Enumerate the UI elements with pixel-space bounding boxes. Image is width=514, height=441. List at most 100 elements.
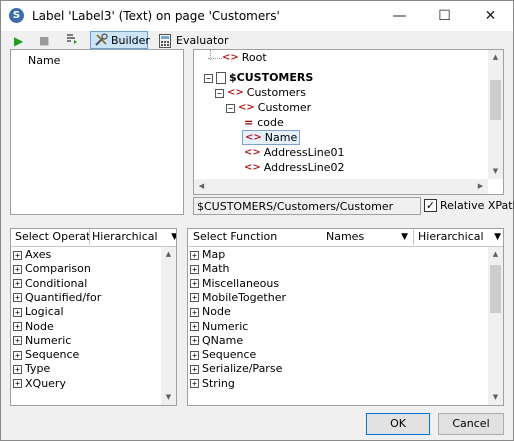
step-icon[interactable]	[65, 32, 81, 50]
expand-icon: +	[13, 293, 22, 303]
run-icon[interactable]: ▶	[14, 32, 30, 50]
expand-icon: +	[190, 336, 199, 346]
path-field[interactable]: $CUSTOMERS/Customers/Customer	[193, 197, 421, 215]
list-item-label: Map	[202, 248, 226, 261]
tree-item-addressline01[interactable]: <> AddressLine01	[244, 146, 345, 160]
tree-horizontal-scrollbar[interactable]: ◀ ▶	[194, 179, 488, 194]
title-bar: S Label 'Label3' (Text) on page 'Custome…	[1, 1, 513, 31]
cancel-button[interactable]: Cancel	[438, 413, 504, 435]
function-mode-dropdown[interactable]: Hierarchical ▼	[413, 229, 503, 245]
expand-icon: +	[190, 293, 199, 303]
tree-item-label: AddressLine01	[263, 146, 345, 159]
tree-item-label: Root	[241, 51, 267, 64]
minimize-button[interactable]: —	[377, 1, 422, 31]
list-item[interactable]: + QName	[190, 334, 243, 348]
toolbar: ▶ ■ Builder Evaluator	[1, 31, 513, 49]
evaluator-label: Evaluator	[176, 34, 229, 47]
functions-header: Select Function Names ▼ Hierarchical ▼	[188, 229, 503, 247]
expand-icon: +	[13, 264, 22, 274]
scroll-thumb[interactable]	[490, 80, 501, 120]
operators-panel: Select Operator: Hierarchical ▼ +Axes+Co…	[10, 228, 177, 406]
operator-mode-value: Hierarchical	[92, 230, 158, 243]
element-icon: <>	[227, 87, 244, 98]
list-item[interactable]: + Serialize/Parse	[190, 362, 282, 376]
expand-icon: +	[13, 336, 22, 346]
tree-item-customer[interactable]: − <> Customer	[226, 101, 311, 115]
tree-item-customers[interactable]: − <> Customers	[215, 86, 306, 100]
builder-label: Builder	[111, 34, 150, 47]
close-button[interactable]: ✕	[468, 1, 513, 31]
list-item[interactable]: + Axes	[13, 248, 51, 262]
list-item[interactable]: + XQuery	[13, 377, 66, 391]
tree-vertical-scrollbar[interactable]: ▲ ▼	[488, 50, 503, 179]
list-item-label: Conditional	[25, 276, 88, 290]
tree-item-addressline02[interactable]: <> AddressLine02	[244, 161, 345, 175]
function-mode-value: Hierarchical	[418, 230, 484, 243]
tree-item-label: $CUSTOMERS	[229, 71, 314, 84]
collapse-icon: −	[226, 103, 235, 113]
element-icon: <>	[222, 52, 239, 63]
scroll-down-icon[interactable]: ▼	[488, 164, 503, 179]
tree-item-label: code	[257, 116, 284, 129]
tree-item-root[interactable]: <> Root	[208, 51, 267, 65]
tree-item-customers-var[interactable]: − $CUSTOMERS	[204, 71, 313, 85]
scroll-up-icon[interactable]: ▲	[488, 247, 503, 262]
scroll-up-icon[interactable]: ▲	[161, 247, 176, 262]
select-operator-label: Select Operator:	[15, 230, 89, 243]
list-item[interactable]: + Type	[13, 362, 50, 376]
list-item-label: String	[202, 376, 235, 390]
list-item[interactable]: + Sequence	[13, 348, 79, 362]
scroll-right-icon[interactable]: ▶	[473, 179, 488, 194]
names-dropdown[interactable]: Names ▼	[326, 229, 410, 245]
list-item[interactable]: + Conditional	[13, 277, 87, 291]
scroll-down-icon[interactable]: ▼	[161, 390, 176, 405]
app-icon: S	[9, 8, 24, 23]
list-item[interactable]: + Logical	[13, 305, 64, 319]
list-item[interactable]: + Miscellaneous	[190, 277, 279, 291]
expand-icon: +	[13, 364, 22, 374]
list-item-label: Axes	[25, 248, 52, 261]
operators-scrollbar[interactable]: ▲ ▼	[161, 247, 176, 405]
scroll-down-icon[interactable]: ▼	[488, 390, 503, 405]
list-item[interactable]: + Math	[190, 262, 230, 276]
ok-button[interactable]: OK	[366, 413, 430, 435]
list-item[interactable]: + Sequence	[190, 348, 256, 362]
xpath-dialog: S Label 'Label3' (Text) on page 'Custome…	[0, 0, 514, 441]
list-item[interactable]: + Node	[13, 320, 54, 334]
evaluator-button[interactable]: Evaluator	[159, 32, 229, 50]
list-item[interactable]: + Numeric	[190, 320, 248, 334]
scroll-up-icon[interactable]: ▲	[488, 50, 503, 65]
list-item-label: Type	[25, 362, 51, 376]
list-item[interactable]: + String	[190, 377, 235, 391]
list-item[interactable]: + MobileTogether	[190, 291, 286, 305]
element-icon: <>	[244, 147, 261, 158]
list-item[interactable]: + Quantified/for	[13, 291, 101, 305]
window-title: Label 'Label3' (Text) on page 'Customers…	[32, 9, 280, 23]
list-item-label: XQuery	[25, 376, 66, 390]
tree-item-code[interactable]: = code	[242, 116, 284, 130]
relative-xpath-checkbox[interactable]: ✓	[424, 199, 437, 212]
list-item[interactable]: + Map	[190, 248, 225, 262]
operator-mode-dropdown[interactable]: Hierarchical ▼	[89, 229, 176, 245]
expand-icon: +	[13, 250, 22, 260]
functions-scrollbar[interactable]: ▲ ▼	[488, 247, 503, 405]
tree-item-label: Customer	[257, 101, 312, 114]
scroll-left-icon[interactable]: ◀	[194, 179, 209, 194]
chevron-down-icon: ▼	[494, 232, 501, 242]
list-item-label: Math	[202, 262, 230, 276]
builder-button[interactable]: Builder	[90, 31, 150, 49]
tree-item-name[interactable]: <> Name	[242, 130, 301, 145]
attribute-icon: =	[244, 116, 254, 129]
scroll-thumb[interactable]	[490, 265, 501, 313]
list-item[interactable]: + Numeric	[13, 334, 71, 348]
list-item[interactable]: + Comparison	[13, 262, 91, 276]
list-item-label: MobileTogether	[202, 290, 286, 304]
list-item[interactable]: + Node	[190, 305, 231, 319]
expand-icon: +	[190, 307, 199, 317]
expression-editor[interactable]: Name	[10, 49, 184, 215]
maximize-button[interactable]: ☐	[422, 1, 467, 31]
schema-tree[interactable]: <> Root − $CUSTOMERS − <> Customers − <> Custo…	[193, 49, 504, 195]
expand-icon: +	[13, 350, 22, 360]
stop-icon[interactable]: ■	[39, 32, 55, 50]
expand-icon: +	[190, 250, 199, 260]
